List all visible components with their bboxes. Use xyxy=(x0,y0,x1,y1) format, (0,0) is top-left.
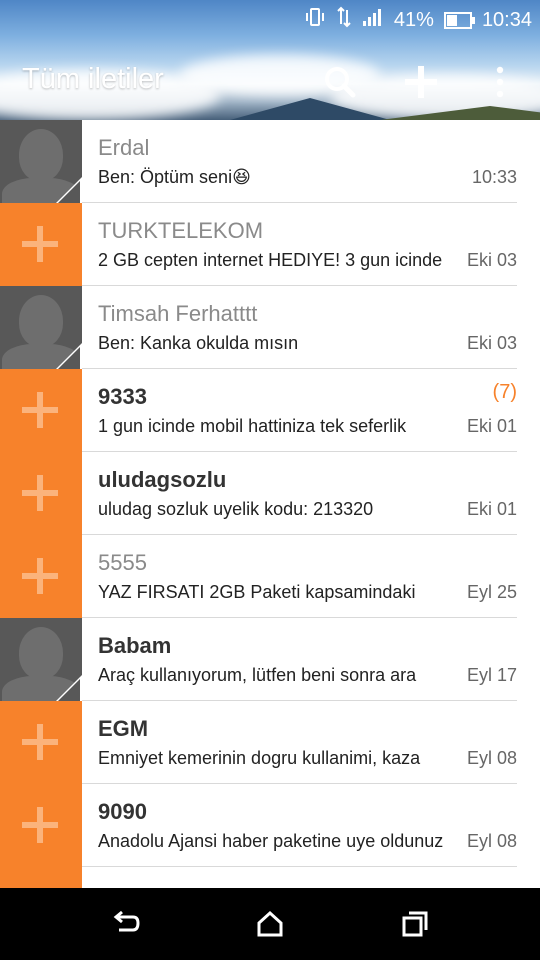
battery-icon xyxy=(443,11,475,29)
message-time: Eyl 25 xyxy=(466,582,517,602)
back-icon[interactable] xyxy=(105,904,145,944)
recent-apps-icon[interactable] xyxy=(395,904,435,944)
battery-percent: 41% xyxy=(393,8,434,31)
page-title: Tüm iletiler xyxy=(22,63,164,95)
message-time: Eki 03 xyxy=(466,333,517,353)
message-snippet: Emniyet kemerinin dogru kullanimi, kaza xyxy=(98,748,421,768)
message-time: Eki 01 xyxy=(466,499,517,519)
message-snippet: 1 gun icinde mobil hattiniza tek seferli… xyxy=(98,416,407,436)
message-time: Eyl 08 xyxy=(466,748,517,768)
message-time: Eki 01 xyxy=(466,416,517,436)
conversation-row[interactable]: EGM Emniyet kemerinin dogru kullanimi, ka… xyxy=(0,701,540,784)
sender-name: EGM xyxy=(98,716,149,741)
conversation-row[interactable]: uludagsozlu uludag sozluk uyelik kodu: 21… xyxy=(0,452,540,535)
contact-photo-icon[interactable] xyxy=(0,120,82,203)
search-icon[interactable] xyxy=(320,62,360,102)
sender-name: Erdal xyxy=(98,135,150,160)
conversation-row[interactable]: 5555 YAZ FIRSATI 2GB Paketi kapsamindaki E… xyxy=(0,535,540,618)
data-arrows-icon xyxy=(336,6,352,34)
add-contact-icon[interactable] xyxy=(0,452,82,535)
add-contact-icon[interactable] xyxy=(0,701,82,784)
sender-name: TURKTELEKOM xyxy=(98,218,264,243)
conversation-row[interactable]: Erdal Ben: Öptüm seni😆 10:33 xyxy=(0,120,540,203)
conversation-row[interactable]: Babam Araç kullanıyorum, lütfen beni sonr… xyxy=(0,618,540,701)
message-snippet: Anadolu Ajansi haber paketine uye oldunu… xyxy=(98,831,444,851)
contact-photo-icon[interactable] xyxy=(0,618,82,701)
conversation-row[interactable]: 9333 1 gun icinde mobil hattiniza tek sef… xyxy=(0,369,540,452)
sender-name: Timsah Ferhatttt xyxy=(98,301,258,326)
message-time: 10:33 xyxy=(471,167,517,187)
conversation-row[interactable]: Timsah Ferhatttt Ben: Kanka okulda mısın E… xyxy=(0,286,540,369)
message-snippet: Araç kullanıyorum, lütfen beni sonra ara xyxy=(98,665,417,685)
overflow-menu-icon[interactable] xyxy=(480,62,520,102)
contact-photo-icon[interactable] xyxy=(0,286,82,369)
conversation-list[interactable]: Erdal Ben: Öptüm seni😆 10:33 TURKTELEKOM 2 G… xyxy=(0,120,540,888)
message-snippet: Ben: Öptüm seni😆 xyxy=(98,167,251,187)
message-snippet: 2 GB cepten internet HEDIYE! 3 gun icind… xyxy=(98,250,443,270)
sender-name: 5555 xyxy=(98,550,147,575)
vibrate-icon xyxy=(304,7,326,33)
add-contact-icon[interactable] xyxy=(0,867,82,888)
conversation-row[interactable]: 9090 Anadolu Ajansi haber paketine uye ol… xyxy=(0,784,540,867)
add-contact-icon[interactable] xyxy=(0,369,82,452)
app-header: 41% 10:34 Tüm iletiler xyxy=(0,0,540,120)
signal-icon xyxy=(362,7,384,33)
conversation-row[interactable] xyxy=(0,867,540,888)
clock: 10:34 xyxy=(481,8,532,31)
status-bar: 41% 10:34 xyxy=(0,0,540,38)
add-icon[interactable] xyxy=(401,62,441,102)
sender-name: 9090 xyxy=(98,799,147,824)
sender-name: 9333 xyxy=(98,384,147,409)
message-time: Eyl 17 xyxy=(466,665,517,685)
message-snippet: Ben: Kanka okulda mısın xyxy=(98,333,299,353)
message-snippet: uludag sozluk uyelik kodu: 213320 xyxy=(98,499,374,519)
add-contact-icon[interactable] xyxy=(0,203,82,286)
home-icon[interactable] xyxy=(250,904,290,944)
message-time: Eyl 08 xyxy=(466,831,517,851)
conversation-row[interactable]: TURKTELEKOM 2 GB cepten internet HEDIYE! … xyxy=(0,203,540,286)
message-time: Eki 03 xyxy=(466,250,517,270)
unread-count-badge: (7) xyxy=(492,381,517,403)
message-snippet: YAZ FIRSATI 2GB Paketi kapsamindaki xyxy=(98,582,416,602)
sender-name: Babam xyxy=(98,633,172,658)
sender-name: uludagsozlu xyxy=(98,467,227,492)
add-contact-icon[interactable] xyxy=(0,784,82,867)
add-contact-icon[interactable] xyxy=(0,535,82,618)
app-bar: Tüm iletiler xyxy=(0,50,540,110)
navigation-bar xyxy=(0,888,540,960)
